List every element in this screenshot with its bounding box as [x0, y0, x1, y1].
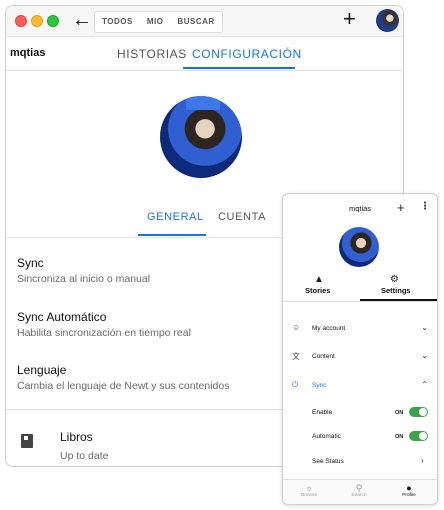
- enable-label: Enable: [312, 409, 333, 416]
- profile-icon: ●: [406, 483, 412, 493]
- automatic-label: Automatic: [312, 433, 341, 440]
- mobile-tab-settings[interactable]: Settings: [381, 286, 411, 295]
- library-title[interactable]: Libros: [60, 430, 93, 444]
- zoom-window-button[interactable]: [47, 15, 59, 27]
- translate-icon: 文: [292, 352, 300, 361]
- setting-sync-title[interactable]: Sync: [17, 256, 44, 270]
- book-icon: [21, 434, 33, 448]
- account-circle-icon: ☺: [292, 323, 301, 332]
- profile-avatar: [160, 96, 242, 178]
- nav-buscar[interactable]: BUSCAR: [170, 12, 221, 32]
- chevron-up-icon: ⌃: [421, 380, 428, 389]
- library-status: Up to date: [60, 450, 109, 462]
- back-arrow-icon[interactable]: ←: [72, 9, 92, 32]
- setting-autosync-subtitle: Habilita sincronización en tiempo real: [17, 327, 191, 339]
- mobile-title: mqtias: [348, 204, 372, 213]
- see-status-link[interactable]: See Status: [312, 458, 344, 465]
- nav-profile[interactable]: ● Profile: [389, 483, 429, 498]
- power-icon: ⏻: [292, 380, 299, 389]
- add-button[interactable]: +: [343, 6, 356, 32]
- tab-general[interactable]: GENERAL: [147, 211, 204, 223]
- title-bar: ← TODOS MIO BUSCAR +: [6, 6, 403, 37]
- bottom-nav: ☼ Browse ⚲ Search ● Profile: [283, 479, 437, 504]
- row-label: My account: [312, 325, 346, 332]
- nav-todos[interactable]: TODOS: [95, 12, 140, 32]
- mobile-avatar: [339, 227, 379, 267]
- tab-bar: mqtias HISTORIAS CONFIGURACIÓN: [6, 37, 403, 71]
- chevron-right-icon: ›: [421, 456, 424, 465]
- tab-historias[interactable]: HISTORIAS: [117, 47, 187, 61]
- setting-autosync-title[interactable]: Sync Automático: [17, 310, 106, 324]
- chevron-down-icon: ⌄: [421, 351, 428, 360]
- enable-toggle[interactable]: [409, 407, 428, 417]
- row-label: Content: [312, 353, 335, 360]
- row-label: Sync: [312, 382, 327, 389]
- mobile-tab-stories[interactable]: Stories: [305, 286, 330, 295]
- setting-language-subtitle: Cambia el lenguaje de Newt y sus conteni…: [17, 380, 230, 392]
- setting-sync-subtitle: Sincroniza al inicio o manual: [17, 273, 151, 285]
- stories-icon: ▲: [314, 274, 324, 285]
- mobile-add-button[interactable]: +: [397, 200, 405, 215]
- minimize-window-button[interactable]: [31, 15, 43, 27]
- divider: [283, 301, 437, 302]
- active-tab-indicator: [183, 67, 295, 69]
- tab-cuenta[interactable]: CUENTA: [218, 211, 266, 223]
- setting-language-title[interactable]: Lenguaje: [17, 363, 66, 377]
- mobile-header: mqtias + ⋮: [283, 194, 437, 224]
- enable-state: ON: [395, 410, 404, 416]
- search-icon: ⚲: [355, 483, 363, 493]
- more-menu-icon[interactable]: ⋮: [420, 201, 430, 212]
- nav-browse[interactable]: ☼ Browse: [289, 483, 329, 498]
- mobile-preview: mqtias + ⋮ ▲ ⚙ Stories Settings ☺ My acc…: [282, 193, 438, 505]
- tab-configuracion[interactable]: CONFIGURACIÓN: [192, 47, 302, 61]
- mobile-row-sync[interactable]: ⏻ Sync ⌃: [283, 372, 437, 400]
- username: mqtias: [10, 47, 46, 59]
- nav-search[interactable]: ⚲ Search: [339, 483, 379, 498]
- automatic-toggle[interactable]: [409, 431, 428, 441]
- automatic-state: ON: [395, 434, 404, 440]
- compass-icon: ☼: [304, 483, 314, 493]
- nav-segment: TODOS MIO BUSCAR: [94, 11, 223, 33]
- avatar[interactable]: [376, 9, 399, 32]
- close-window-button[interactable]: [15, 15, 27, 27]
- mobile-row-content[interactable]: 文 Content ⌄: [283, 343, 437, 371]
- active-subtab-indicator: [138, 234, 206, 236]
- mobile-row-account[interactable]: ☺ My account ⌄: [283, 315, 437, 343]
- settings-gear-icon: ⚙: [390, 274, 399, 285]
- nav-mio[interactable]: MIO: [140, 12, 171, 32]
- chevron-down-icon: ⌄: [421, 323, 428, 332]
